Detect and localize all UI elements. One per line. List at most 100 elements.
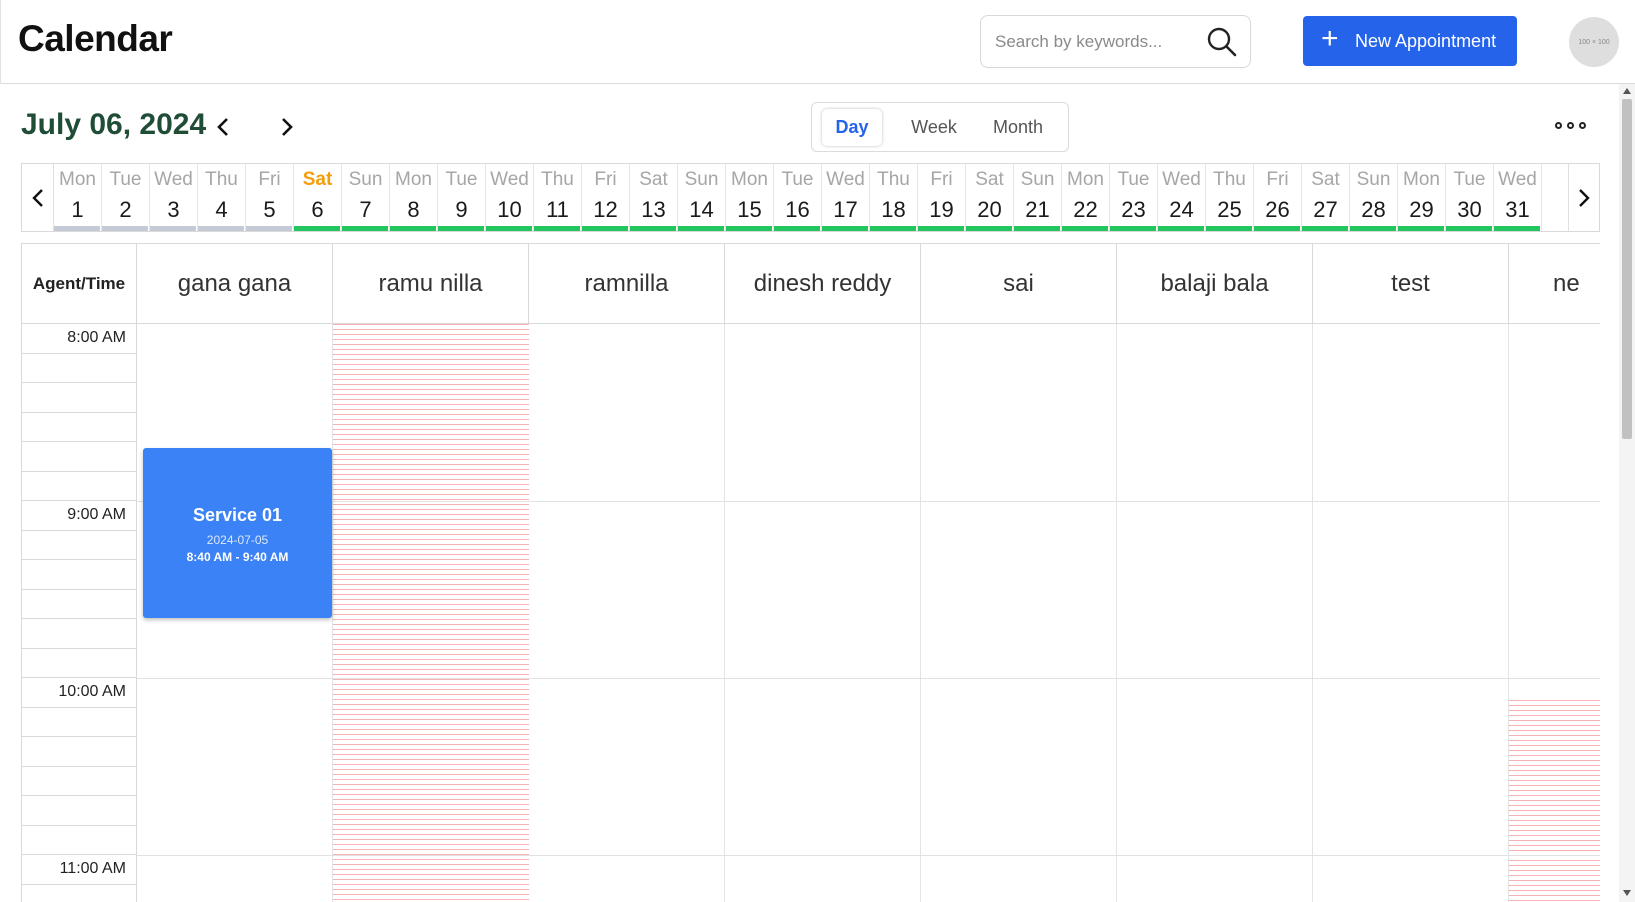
day-cell[interactable]: Wed 24 <box>1158 164 1206 231</box>
strip-previous-button[interactable] <box>22 164 54 231</box>
view-switcher: Day Week Month <box>811 102 1069 152</box>
next-day-button[interactable] <box>272 112 302 142</box>
day-cell[interactable]: Thu 18 <box>870 164 918 231</box>
day-cell[interactable]: Fri 26 <box>1254 164 1302 231</box>
day-cell[interactable]: Sun 14 <box>678 164 726 231</box>
day-cell[interactable]: Tue 16 <box>774 164 822 231</box>
day-cell[interactable]: Thu 25 <box>1206 164 1254 231</box>
day-cell[interactable]: Fri 19 <box>918 164 966 231</box>
availability-bar <box>630 226 676 231</box>
day-number: 1 <box>71 197 84 222</box>
day-cell[interactable]: Sat 20 <box>966 164 1014 231</box>
day-cell[interactable]: Fri 12 <box>582 164 630 231</box>
day-number: 11 <box>546 197 569 222</box>
tab-week[interactable]: Week <box>896 109 972 146</box>
day-name: Sun <box>684 169 719 190</box>
day-name: Sun <box>348 169 383 190</box>
agent-column[interactable] <box>725 324 921 902</box>
agent-column[interactable] <box>1117 324 1313 902</box>
day-cell[interactable]: Mon 29 <box>1398 164 1446 231</box>
day-number: 23 <box>1121 197 1146 222</box>
chevron-right-icon <box>282 118 293 136</box>
day-number: 29 <box>1409 197 1434 222</box>
day-cell[interactable]: Sun 21 <box>1014 164 1062 231</box>
tab-month[interactable]: Month <box>978 109 1058 146</box>
day-name: Tue <box>1117 169 1150 190</box>
day-cell[interactable]: Mon 8 <box>390 164 438 231</box>
hour-divider <box>137 501 1600 502</box>
scroll-thumb[interactable] <box>1622 99 1632 439</box>
previous-day-button[interactable] <box>208 112 238 142</box>
strip-next-button[interactable] <box>1568 164 1600 231</box>
hour-divider <box>137 855 1600 856</box>
time-slot: 8:00 AM <box>22 324 137 354</box>
agent-header[interactable]: ne <box>1509 244 1600 324</box>
time-slot <box>22 737 137 767</box>
day-cell[interactable]: Mon 22 <box>1062 164 1110 231</box>
availability-bar <box>1446 226 1492 231</box>
day-cell[interactable]: Mon 1 <box>54 164 102 231</box>
agent-header[interactable]: gana gana <box>137 244 333 324</box>
appointment-card[interactable]: Service 01 2024-07-05 8:40 AM - 9:40 AM <box>143 448 332 618</box>
time-slot <box>22 766 137 796</box>
day-name: Sat <box>1311 169 1340 190</box>
day-cell[interactable]: Sun 7 <box>342 164 390 231</box>
time-slot <box>22 383 137 413</box>
agent-header[interactable]: ramu nilla <box>333 244 529 324</box>
availability-bar <box>1206 226 1252 231</box>
day-name: Thu <box>877 169 910 190</box>
day-cell[interactable]: Wed 31 <box>1494 164 1542 231</box>
day-cell[interactable]: Tue 30 <box>1446 164 1494 231</box>
agent-column[interactable] <box>1313 324 1509 902</box>
day-cell[interactable]: Wed 17 <box>822 164 870 231</box>
agent-header[interactable]: dinesh reddy <box>725 244 921 324</box>
date-strip: Mon 1 Tue 2 Wed 3 Thu 4 Fri 5 Sat 6 Sun 7 Mon 8 Tue 9 Wed 1… <box>21 163 1600 232</box>
availability-bar <box>246 226 292 231</box>
day-cell[interactable]: Thu 11 <box>534 164 582 231</box>
day-cell[interactable]: Wed 10 <box>486 164 534 231</box>
day-cell[interactable]: Tue 9 <box>438 164 486 231</box>
day-cell[interactable]: Sat 27 <box>1302 164 1350 231</box>
day-name: Mon <box>1067 169 1104 190</box>
day-name: Mon <box>731 169 768 190</box>
agent-header[interactable]: sai <box>921 244 1117 324</box>
day-cell[interactable]: Tue 2 <box>102 164 150 231</box>
agent-header[interactable]: ramnilla <box>529 244 725 324</box>
search-icon[interactable] <box>1206 26 1238 58</box>
day-name: Mon <box>395 169 432 190</box>
day-cell[interactable]: Wed 3 <box>150 164 198 231</box>
day-number: 7 <box>359 197 372 222</box>
availability-bar <box>966 226 1012 231</box>
day-number: 17 <box>833 197 858 222</box>
more-options-button[interactable] <box>1550 112 1590 138</box>
time-slot <box>22 648 137 678</box>
search-input[interactable] <box>995 26 1195 58</box>
dot-icon <box>1554 121 1562 129</box>
avatar[interactable]: 100 × 100 <box>1569 17 1619 67</box>
tab-day[interactable]: Day <box>822 109 882 146</box>
time-slot <box>22 471 137 501</box>
day-cell[interactable]: Sat 13 <box>630 164 678 231</box>
day-cell[interactable]: Mon 15 <box>726 164 774 231</box>
day-cell[interactable]: Sun 28 <box>1350 164 1398 231</box>
day-cell[interactable]: Thu 4 <box>198 164 246 231</box>
new-appointment-button[interactable]: + New Appointment <box>1303 16 1517 66</box>
agent-column[interactable] <box>529 324 725 902</box>
scrollbar[interactable] <box>1619 84 1635 902</box>
day-number: 31 <box>1505 197 1530 222</box>
day-number: 24 <box>1169 197 1194 222</box>
agent-header[interactable]: test <box>1313 244 1509 324</box>
day-name: Sat <box>975 169 1004 190</box>
day-number: 12 <box>593 197 618 222</box>
scroll-up-arrow-icon[interactable] <box>1623 88 1631 94</box>
time-label: 11:00 AM <box>59 860 126 877</box>
agent-column[interactable] <box>921 324 1117 902</box>
day-cell[interactable]: Sat 6 <box>294 164 342 231</box>
agent-header[interactable]: balaji bala <box>1117 244 1313 324</box>
day-cell[interactable]: Fri 5 <box>246 164 294 231</box>
day-number: 5 <box>263 197 276 222</box>
time-slot <box>22 353 137 383</box>
time-slot <box>22 589 137 619</box>
day-cell[interactable]: Tue 23 <box>1110 164 1158 231</box>
scroll-down-arrow-icon[interactable] <box>1623 890 1631 896</box>
